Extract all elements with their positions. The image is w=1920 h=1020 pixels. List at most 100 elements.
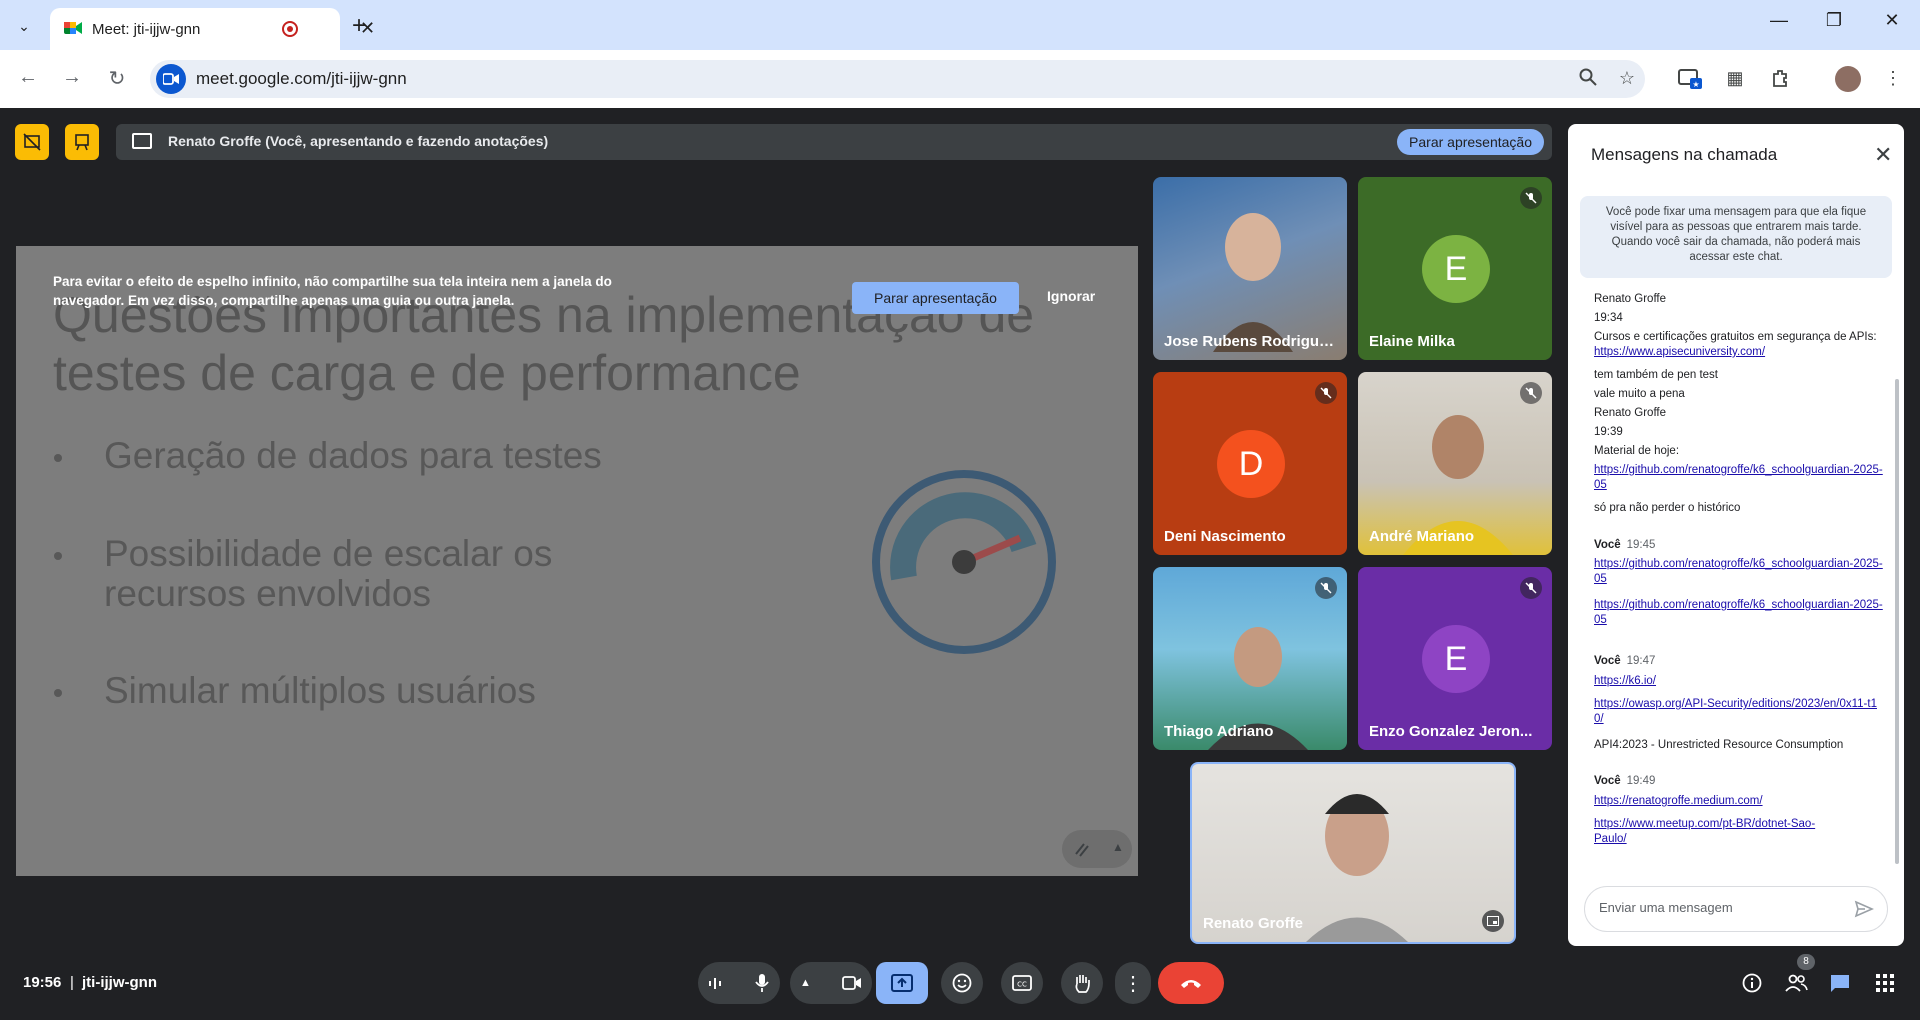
participant-tile[interactable]: E Elaine Milka [1358, 177, 1552, 360]
participant-avatar: E [1422, 625, 1490, 693]
activities-button[interactable] [1872, 970, 1898, 996]
chat-message-text: Cursos e certificações gratuitos em segu… [1594, 331, 1877, 343]
chat-message: Material de hoje: [1594, 445, 1680, 457]
meeting-details-button[interactable] [1739, 970, 1765, 996]
chat-link[interactable]: https://renatogroffe.medium.com/ [1594, 795, 1763, 807]
chat-message: tem também de pen test [1594, 369, 1719, 381]
url-text[interactable]: meet.google.com/jti-ijjw-gnn [196, 69, 407, 89]
send-icon[interactable] [1853, 898, 1875, 920]
chat-link[interactable]: https://www.meetup.com/pt-BR/dotnet-Sao-… [1594, 818, 1815, 845]
audio-level-icon[interactable] [708, 976, 722, 990]
people-button[interactable] [1783, 970, 1809, 996]
mic-off-icon [1315, 382, 1337, 404]
chat-message: Cursos e certificações gratuitos em segu… [1594, 330, 1884, 360]
mic-control-group [698, 962, 780, 1004]
window-close-icon[interactable]: ✕ [1872, 10, 1912, 31]
participant-tile[interactable]: E Enzo Gonzalez Jeron... [1358, 567, 1552, 750]
participant-avatar: D [1217, 430, 1285, 498]
chat-message-input[interactable] [1599, 900, 1839, 915]
extensions-icon[interactable] [1768, 68, 1794, 93]
chat-close-icon[interactable]: ✕ [1874, 142, 1892, 168]
video-camera-icon[interactable] [842, 976, 862, 990]
chat-message: https://github.com/renatogroffe/k6_schoo… [1594, 598, 1884, 628]
chat-message: https://renatogroffe.medium.com/ [1594, 794, 1884, 809]
banner-stop-presenting-button[interactable]: Parar apresentação [1397, 129, 1544, 155]
chat-link[interactable]: https://www.apisecuniversity.com/ [1594, 346, 1765, 358]
qr-code-icon[interactable]: ▦ [1722, 68, 1748, 89]
chat-message: https://github.com/renatogroffe/k6_schoo… [1594, 463, 1884, 493]
bookmark-star-icon[interactable]: ☆ [1614, 68, 1640, 89]
whiteboard-button[interactable] [65, 124, 99, 160]
participant-name: Elaine Milka [1369, 333, 1455, 350]
participant-tile[interactable]: D Deni Nascimento [1153, 372, 1347, 555]
more-options-button[interactable]: ⋮ [1115, 962, 1151, 1004]
profile-avatar[interactable] [1835, 66, 1861, 92]
microphone-icon[interactable] [754, 973, 770, 993]
tab-search-chevron-icon[interactable]: ⌄ [10, 12, 38, 40]
chat-panel-title: Mensagens na chamada [1591, 145, 1778, 164]
present-now-button[interactable] [876, 962, 928, 1004]
participant-tile[interactable]: André Mariano [1358, 372, 1552, 555]
bullet-dot [54, 454, 62, 462]
chat-message: https://k6.io/ [1594, 674, 1884, 689]
presenting-banner-text: Renato Groffe (Você, apresentando e faze… [168, 133, 549, 149]
chat-input-box[interactable] [1584, 886, 1888, 932]
participant-avatar: E [1422, 235, 1490, 303]
participant-tile[interactable]: Jose Rubens Rodrigues... [1153, 177, 1347, 360]
site-camera-icon[interactable] [156, 64, 186, 94]
participant-name: Renato Groffe [1203, 915, 1304, 932]
chat-panel: Mensagens na chamada ✕ Você pode fixar u… [1568, 124, 1904, 946]
restore-icon[interactable]: ❐ [1814, 10, 1854, 31]
people-count-badge: 8 [1797, 954, 1815, 970]
raise-hand-button[interactable] [1061, 962, 1103, 1004]
slide-controls-pill[interactable]: ▲ [1062, 830, 1132, 868]
reactions-button[interactable] [941, 962, 983, 1004]
participant-video [1213, 213, 1293, 352]
chat-pin-info: Você pode fixar uma mensagem para que el… [1580, 196, 1892, 278]
chat-link[interactable]: https://k6.io/ [1594, 675, 1656, 687]
mic-off-icon [1520, 187, 1542, 209]
leave-call-button[interactable] [1158, 962, 1224, 1004]
slide-bullet: Possibilidade de escalar os recursos env… [104, 533, 553, 614]
chat-link[interactable]: https://github.com/renatogroffe/k6_schoo… [1594, 464, 1883, 491]
forward-icon[interactable]: → [58, 66, 86, 89]
chat-link[interactable]: https://owasp.org/API-Security/editions/… [1594, 698, 1877, 725]
chat-sender: Você [1594, 539, 1621, 551]
participant-tile[interactable]: Thiago Adriano [1153, 567, 1347, 750]
chat-message: https://www.meetup.com/pt-BR/dotnet-Sao-… [1594, 817, 1844, 847]
browser-tab[interactable]: Meet: jti-ijjw-gnn ✕ [50, 8, 375, 50]
chat-link[interactable]: https://github.com/renatogroffe/k6_schoo… [1594, 558, 1883, 585]
presenting-banner: Renato Groffe (Você, apresentando e faze… [116, 124, 1552, 160]
annotation-toggle-button[interactable] [15, 124, 49, 160]
warning-ignore-button[interactable]: Ignorar [1047, 288, 1095, 304]
mirror-warning-bar: Para evitar o efeito de espelho infinito… [16, 246, 1138, 316]
cast-icon[interactable]: ★ [1678, 68, 1704, 95]
clock-separator: | [70, 974, 74, 991]
captions-button[interactable]: CC [1001, 962, 1043, 1004]
closed-captions-icon: CC [1012, 975, 1032, 991]
chat-timestamp: 19:47 [1626, 655, 1656, 667]
chat-timestamp: 19:49 [1626, 775, 1656, 787]
zoom-icon[interactable] [1575, 68, 1601, 91]
info-icon [1742, 973, 1762, 993]
warning-stop-presenting-button[interactable]: Parar apresentação [852, 282, 1019, 314]
participant-video [1306, 794, 1408, 942]
annotation-off-icon [23, 133, 41, 151]
present-screen-icon [132, 133, 152, 149]
recording-indicator-icon [282, 21, 298, 37]
picture-in-picture-icon[interactable] [1482, 910, 1504, 932]
apps-grid-icon [1876, 974, 1894, 992]
bullet-dot [54, 689, 62, 697]
browser-menu-icon[interactable]: ⋮ [1880, 68, 1906, 89]
svg-text:CC: CC [1017, 981, 1027, 989]
reload-icon[interactable]: ↻ [103, 66, 131, 91]
chat-button[interactable] [1827, 970, 1853, 996]
back-icon[interactable]: ← [14, 66, 42, 89]
new-tab-button[interactable]: + [352, 12, 366, 40]
chat-bubble-icon [1831, 975, 1849, 992]
self-view-tile[interactable]: Renato Groffe [1190, 762, 1516, 944]
minimize-icon[interactable]: — [1759, 10, 1799, 31]
chat-scrollbar[interactable] [1895, 379, 1899, 864]
chat-link[interactable]: https://github.com/renatogroffe/k6_schoo… [1594, 599, 1883, 626]
chevron-up-icon[interactable]: ▲ [800, 977, 811, 989]
